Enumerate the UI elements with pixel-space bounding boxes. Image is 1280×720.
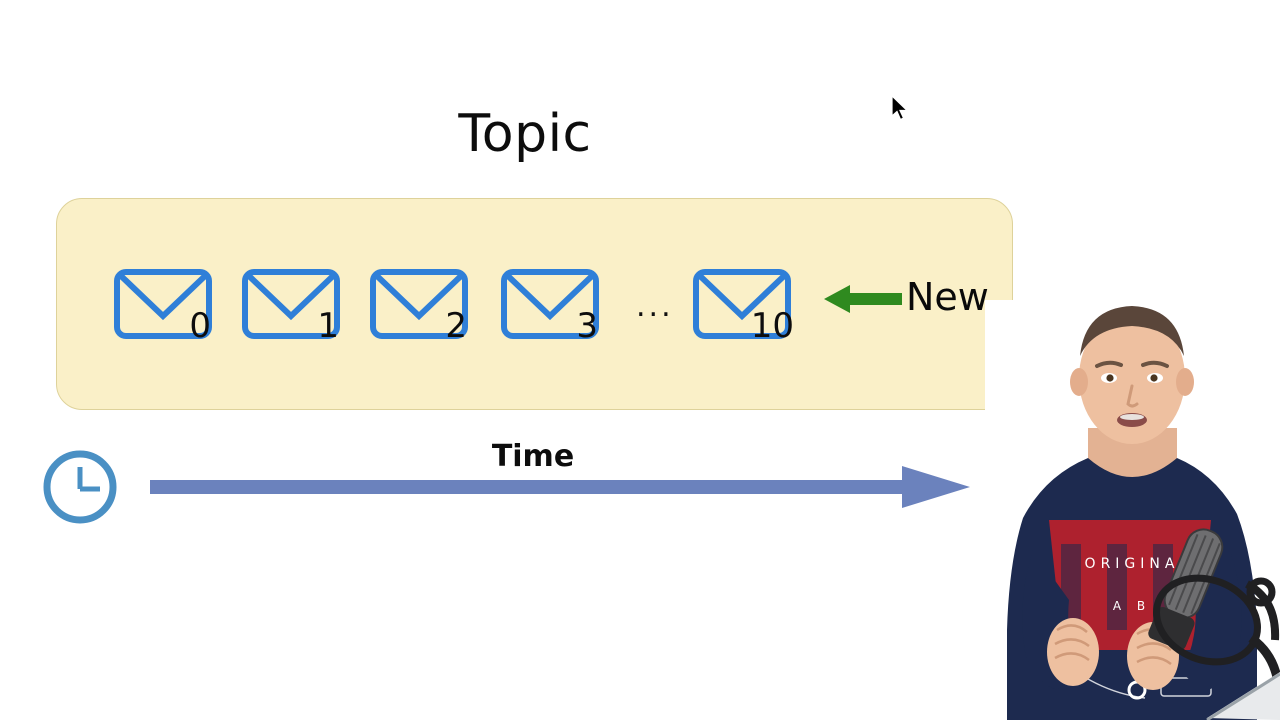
message-item-2: 2 xyxy=(369,268,469,346)
message-label: 1 xyxy=(317,306,339,346)
svg-text:ORIGINA: ORIGINA xyxy=(1085,556,1180,572)
message-label: 0 xyxy=(189,306,211,346)
message-label: 3 xyxy=(576,306,598,346)
clock-icon xyxy=(43,450,117,524)
message-label: 2 xyxy=(445,306,467,346)
ellipsis-separator: ... xyxy=(636,289,674,324)
new-label: New xyxy=(906,275,989,319)
message-item-0: 0 xyxy=(113,268,213,346)
slide-canvas: Topic 0 1 2 3 ... 10 New Time ORIGINA A … xyxy=(0,0,1280,720)
time-arrow-icon xyxy=(150,466,970,508)
message-item-1: 1 xyxy=(241,268,341,346)
svg-text:A B: A B xyxy=(1113,599,1151,613)
mouse-cursor xyxy=(891,95,909,121)
message-item-10: 10 xyxy=(692,268,794,346)
presenter-video-overlay: ORIGINA A B xyxy=(985,300,1280,720)
message-label: 10 xyxy=(750,306,794,346)
new-arrow-icon xyxy=(824,285,902,313)
presenter-figure: ORIGINA A B xyxy=(985,300,1280,720)
message-item-3: 3 xyxy=(500,268,600,346)
